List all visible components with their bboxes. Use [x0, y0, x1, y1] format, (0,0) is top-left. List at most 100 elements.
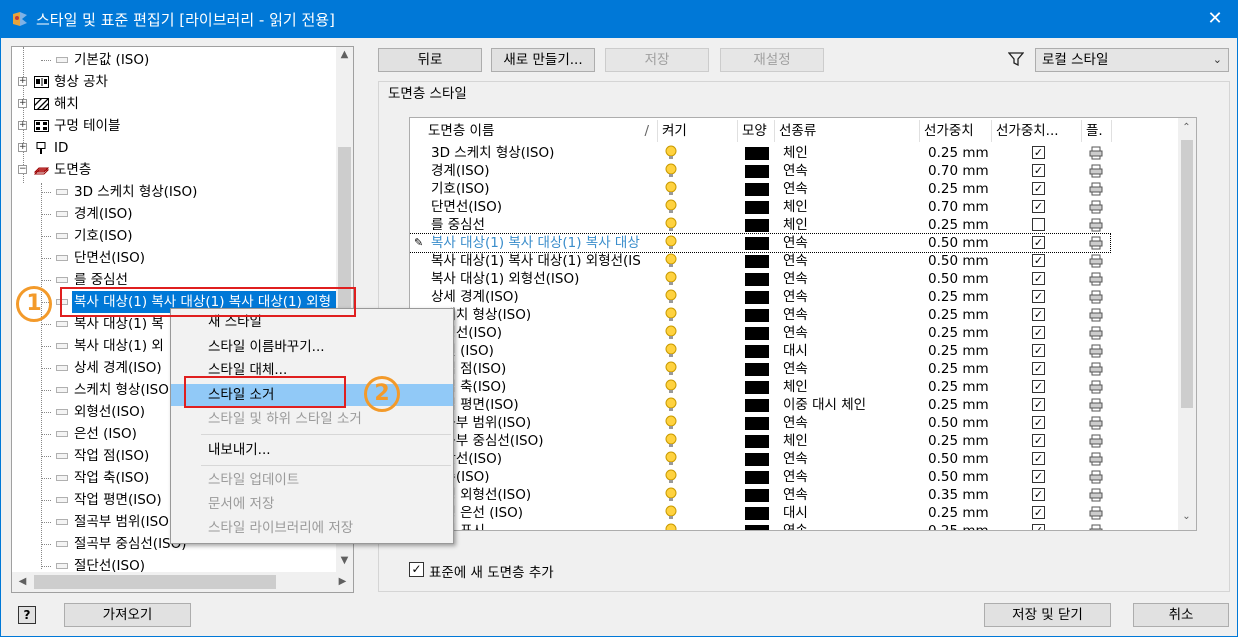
- grid-row[interactable]: 스케치 형상(ISO) 연속 0.25 mm ✓: [410, 306, 1110, 324]
- lightbulb-icon[interactable]: [665, 253, 677, 269]
- tree-item-layer[interactable]: 3D 스케치 형상(ISO): [12, 181, 342, 203]
- lineweight-scale-checkbox[interactable]: ✓: [1032, 416, 1045, 429]
- lineweight-scale-checkbox[interactable]: ✓: [1032, 164, 1045, 177]
- grid-row[interactable]: 작업 축(ISO) 체인 0.25 mm ✓: [410, 378, 1110, 396]
- scroll-thumb[interactable]: [1181, 140, 1193, 408]
- column-header-lineweight-scale[interactable]: 선가중치...: [992, 120, 1082, 142]
- menu-item-save-to-document[interactable]: 문서에 저장: [171, 493, 453, 515]
- lightbulb-icon[interactable]: [665, 235, 677, 251]
- column-header-lineweight[interactable]: 선가중치: [920, 120, 992, 142]
- scroll-right-icon[interactable]: ▶: [334, 576, 351, 587]
- printer-icon[interactable]: [1089, 380, 1103, 394]
- tree-item-layer[interactable]: 경계(ISO): [12, 203, 342, 225]
- lightbulb-icon[interactable]: [665, 307, 677, 323]
- lineweight-scale-checkbox[interactable]: ✓: [1032, 470, 1045, 483]
- grid-row[interactable]: 경계(ISO) 연속 0.70 mm ✓: [410, 162, 1110, 180]
- color-swatch[interactable]: [745, 435, 769, 448]
- lineweight-scale-checkbox[interactable]: [1032, 218, 1045, 231]
- column-header-plot[interactable]: 플.: [1082, 120, 1112, 142]
- lightbulb-icon[interactable]: [665, 523, 677, 530]
- color-swatch[interactable]: [745, 381, 769, 394]
- lineweight-scale-checkbox[interactable]: ✓: [1032, 506, 1045, 519]
- lightbulb-icon[interactable]: [665, 433, 677, 449]
- color-swatch[interactable]: [745, 399, 769, 412]
- printer-icon[interactable]: [1089, 182, 1103, 196]
- style-filter-dropdown[interactable]: 로컬 스타일 ⌄: [1035, 48, 1229, 72]
- grid-row[interactable]: 작업 평면(ISO) 이중 대시 체인 0.25 mm ✓: [410, 396, 1110, 414]
- color-swatch[interactable]: [745, 489, 769, 502]
- lineweight-scale-checkbox[interactable]: ✓: [1032, 380, 1045, 393]
- lightbulb-icon[interactable]: [665, 397, 677, 413]
- printer-icon[interactable]: [1089, 308, 1103, 322]
- color-swatch[interactable]: [745, 327, 769, 340]
- lightbulb-icon[interactable]: [665, 469, 677, 485]
- new-style-button[interactable]: 새로 만들기...: [491, 48, 595, 72]
- expand-icon[interactable]: +: [18, 121, 27, 130]
- back-button[interactable]: 뒤로: [378, 48, 482, 72]
- lightbulb-icon[interactable]: [665, 181, 677, 197]
- printer-icon[interactable]: [1089, 254, 1103, 268]
- lineweight-scale-checkbox[interactable]: ✓: [1032, 344, 1045, 357]
- tree-item-layers[interactable]: − 도면층: [12, 159, 342, 181]
- close-icon[interactable]: ✕: [1192, 0, 1238, 38]
- printer-icon[interactable]: [1089, 416, 1103, 430]
- lightbulb-icon[interactable]: [665, 289, 677, 305]
- tree-item-hole-table[interactable]: + 구멍 테이블: [12, 115, 342, 137]
- import-button[interactable]: 가져오기: [64, 603, 191, 627]
- grid-row[interactable]: 작업 점(ISO) 연속 0.25 mm ✓: [410, 360, 1110, 378]
- lightbulb-icon[interactable]: [665, 217, 677, 233]
- expand-icon[interactable]: +: [18, 143, 27, 152]
- grid-row[interactable]: 를 중심선 체인 0.25 mm: [410, 216, 1110, 234]
- printer-icon[interactable]: [1089, 470, 1103, 484]
- tree-item-hatch[interactable]: + 해치: [12, 93, 342, 115]
- layer-style-grid[interactable]: 도면층 이름 / 켜기 모양 선종류 선가중치 선가중치... 플. 3D 스케치…: [409, 117, 1197, 531]
- add-new-layer-checkbox[interactable]: ✓: [409, 562, 424, 577]
- lightbulb-icon[interactable]: [665, 361, 677, 377]
- expand-icon[interactable]: +: [18, 99, 27, 108]
- column-header-color[interactable]: 모양: [738, 120, 775, 142]
- grid-row[interactable]: 투명 은선 (ISO) 대시 0.25 mm ✓: [410, 504, 1110, 522]
- color-swatch[interactable]: [745, 507, 769, 520]
- color-swatch[interactable]: [745, 345, 769, 358]
- printer-icon[interactable]: [1089, 146, 1103, 160]
- lineweight-scale-checkbox[interactable]: ✓: [1032, 272, 1045, 285]
- color-swatch[interactable]: [745, 417, 769, 430]
- printer-icon[interactable]: [1089, 290, 1103, 304]
- lightbulb-icon[interactable]: [665, 325, 677, 341]
- grid-row[interactable]: 절곡부 범위(ISO) 연속 0.50 mm ✓: [410, 414, 1110, 432]
- expand-icon[interactable]: +: [18, 77, 27, 86]
- column-header-name[interactable]: 도면층 이름 /: [424, 120, 658, 142]
- lightbulb-icon[interactable]: [665, 163, 677, 179]
- color-swatch[interactable]: [745, 273, 769, 286]
- tree-horizontal-scrollbar[interactable]: ◀ ▶: [12, 572, 353, 592]
- menu-item-update-style[interactable]: 스타일 업데이트: [171, 469, 453, 491]
- cancel-button[interactable]: 취소: [1133, 603, 1229, 627]
- scroll-down-icon[interactable]: ⌄: [1178, 511, 1195, 522]
- tree-item-layer[interactable]: 단면선(ISO): [12, 247, 342, 269]
- grid-vertical-scrollbar[interactable]: ⌃ ⌄: [1178, 118, 1196, 530]
- grid-row[interactable]: 해치 표시 연속 0.25 mm ✓: [410, 522, 1110, 530]
- printer-icon[interactable]: [1089, 362, 1103, 376]
- tree-item-geometric-tolerance[interactable]: + 형상 공차: [12, 71, 342, 93]
- tree-item-layer[interactable]: 기호(ISO): [12, 225, 342, 247]
- grid-row[interactable]: 상세 경계(ISO) 연속 0.25 mm ✓: [410, 288, 1110, 306]
- grid-row[interactable]: 단면선(ISO) 체인 0.70 mm ✓: [410, 198, 1110, 216]
- grid-row[interactable]: 은선 (ISO) 대시 0.25 mm ✓: [410, 342, 1110, 360]
- scroll-down-icon[interactable]: ▼: [336, 555, 353, 566]
- save-button[interactable]: 저장: [605, 48, 709, 72]
- lightbulb-icon[interactable]: [665, 379, 677, 395]
- scroll-left-icon[interactable]: ◀: [14, 576, 31, 587]
- printer-icon[interactable]: [1089, 200, 1103, 214]
- grid-row[interactable]: 치수(ISO) 연속 0.50 mm ✓: [410, 468, 1110, 486]
- lineweight-scale-checkbox[interactable]: ✓: [1032, 434, 1045, 447]
- column-header-on[interactable]: 켜기: [658, 120, 738, 142]
- printer-icon[interactable]: [1089, 272, 1103, 286]
- column-header-linetype[interactable]: 선종류: [775, 120, 920, 142]
- lineweight-scale-checkbox[interactable]: ✓: [1032, 200, 1045, 213]
- grid-row[interactable]: 외형선(ISO) 연속 0.25 mm ✓: [410, 324, 1110, 342]
- lineweight-scale-checkbox[interactable]: ✓: [1032, 182, 1045, 195]
- lightbulb-icon[interactable]: [665, 145, 677, 161]
- lineweight-scale-checkbox[interactable]: ✓: [1032, 326, 1045, 339]
- grid-row[interactable]: 절단선(ISO) 연속 0.50 mm ✓: [410, 450, 1110, 468]
- printer-icon[interactable]: [1089, 434, 1103, 448]
